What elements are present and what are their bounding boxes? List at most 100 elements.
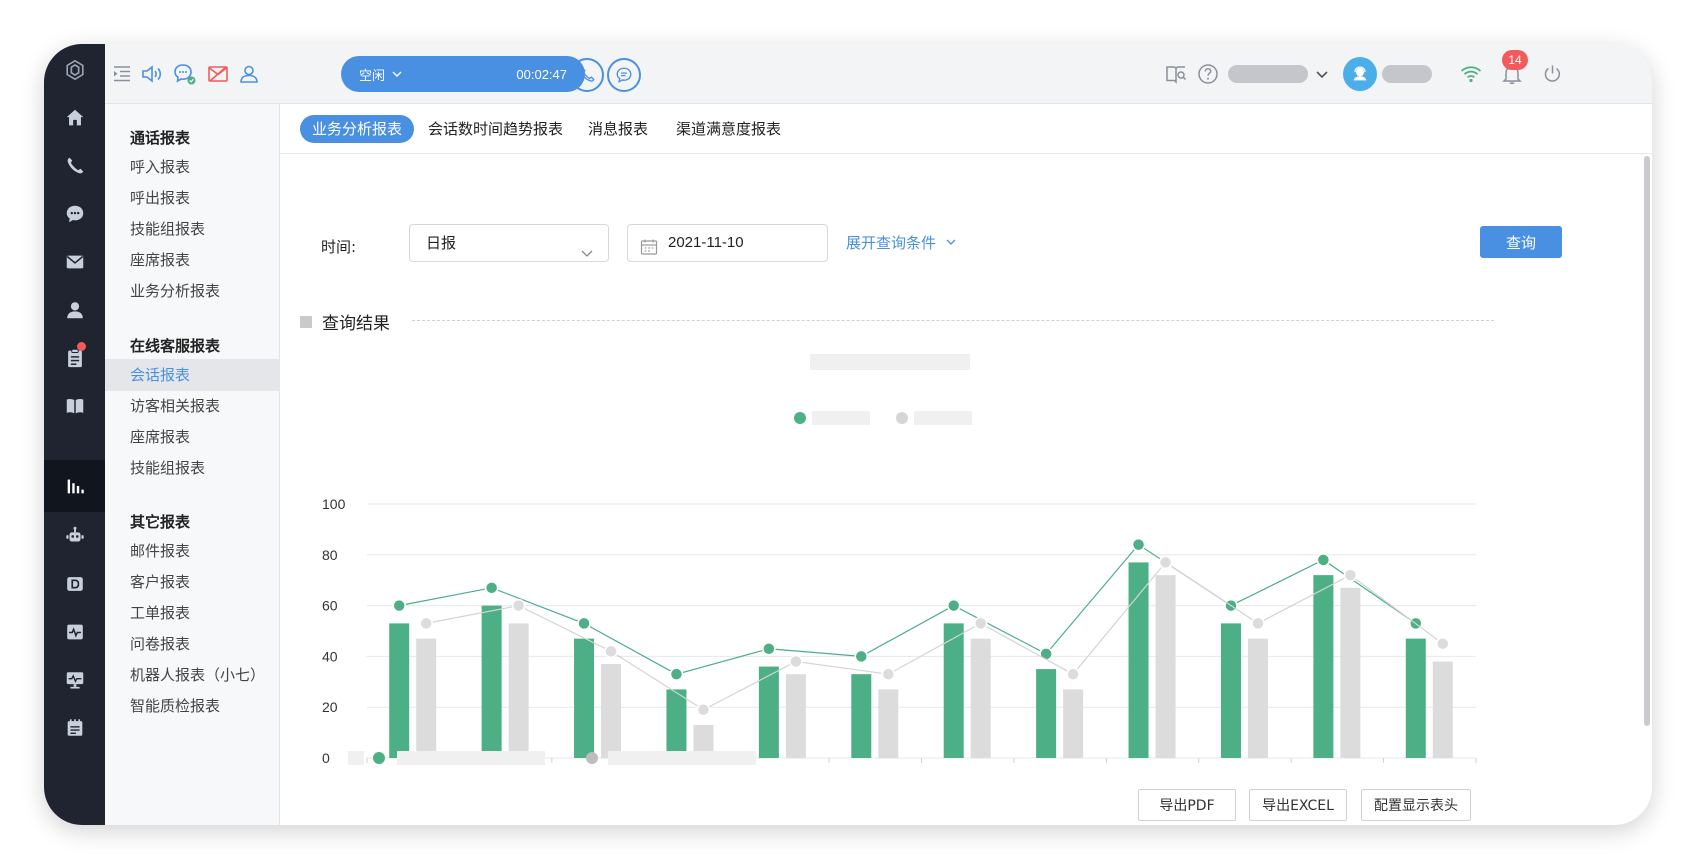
home-icon[interactable] xyxy=(44,92,105,144)
chart-y-axis: 100 80 60 40 20 0 xyxy=(322,496,346,766)
chevron-down-icon[interactable] xyxy=(1309,61,1335,87)
date-value: 2021-11-10 xyxy=(668,234,744,251)
avatar[interactable] xyxy=(1343,57,1377,91)
collapse-menu-icon[interactable] xyxy=(109,61,135,87)
vertical-scrollbar[interactable] xyxy=(1644,156,1650,726)
bar-green xyxy=(758,666,779,758)
point-grey xyxy=(973,616,988,631)
mail-blocked-icon[interactable] xyxy=(205,61,231,87)
tab-channel-satisfaction[interactable]: 渠道满意度报表 xyxy=(664,115,793,143)
tab-session-trend[interactable]: 会话数时间趋势报表 xyxy=(416,115,575,143)
submenu-item-outbound-report[interactable]: 呼出报表 xyxy=(105,182,280,214)
chart-bars xyxy=(389,562,1453,758)
legend-marker-grey[interactable] xyxy=(896,412,908,424)
calendar-icon xyxy=(640,234,658,270)
message-button[interactable] xyxy=(607,58,641,92)
bar-green xyxy=(1128,562,1149,758)
clipboard-icon[interactable] xyxy=(44,332,105,384)
report-submenu: 通话报表 呼入报表 呼出报表 技能组报表 座席报表 业务分析报表 在线客服报表 … xyxy=(105,104,280,825)
submenu-item-email-report[interactable]: 邮件报表 xyxy=(105,535,280,567)
legend-label-placeholder xyxy=(812,411,870,425)
point-green xyxy=(1039,647,1053,661)
bar-green xyxy=(1220,623,1241,758)
user-icon[interactable] xyxy=(44,284,105,336)
results-title: 查询结果 xyxy=(322,314,390,334)
expand-query-link[interactable]: 展开查询条件 xyxy=(846,232,957,253)
chat-icon[interactable] xyxy=(44,188,105,240)
robot-icon[interactable] xyxy=(44,510,105,562)
report-chart-icon[interactable] xyxy=(44,460,105,512)
submenu-item-robot-report[interactable]: 机器人报表（小七） xyxy=(105,659,280,691)
logo-icon xyxy=(44,44,105,96)
point-grey xyxy=(419,616,433,631)
bar-grey xyxy=(1247,638,1268,758)
phone-icon[interactable] xyxy=(44,140,105,192)
bar-green xyxy=(574,638,595,758)
bar-grey xyxy=(1063,689,1084,758)
bottom-legend-marker-green[interactable] xyxy=(373,752,385,764)
submenu-item-ticket-report[interactable]: 工单报表 xyxy=(105,597,280,629)
report-tabs: 业务分析报表 会话数时间趋势报表 消息报表 渠道满意度报表 xyxy=(280,104,1652,154)
y-tick-label: 100 xyxy=(322,496,346,512)
y-tick-label: 40 xyxy=(322,648,338,664)
submenu-item-quality-report[interactable]: 智能质检报表 xyxy=(105,690,280,722)
submenu-item-survey-report[interactable]: 问卷报表 xyxy=(105,628,280,660)
submenu-item-business-analysis-report[interactable]: 业务分析报表 xyxy=(105,275,280,307)
d-badge-icon[interactable] xyxy=(44,558,105,610)
period-select[interactable]: 日报 xyxy=(409,224,609,262)
submenu-item-visitor-report[interactable]: 访客相关报表 xyxy=(105,390,280,422)
bar-grey xyxy=(601,664,622,758)
point-green xyxy=(577,616,591,631)
mail-icon[interactable] xyxy=(44,236,105,288)
query-button[interactable]: 查询 xyxy=(1480,226,1562,258)
notification-badge: 14 xyxy=(1502,50,1528,70)
bottom-legend-label-placeholder xyxy=(608,751,756,765)
monitor-icon[interactable] xyxy=(44,654,105,706)
bar-grey xyxy=(508,623,529,758)
point-grey xyxy=(1436,636,1450,651)
submenu-item-online-skill-group-report[interactable]: 技能组报表 xyxy=(105,452,280,484)
online-chat-status-icon[interactable] xyxy=(171,61,197,87)
export-excel-button[interactable]: 导出EXCEL xyxy=(1249,789,1347,821)
expand-query-label: 展开查询条件 xyxy=(846,234,937,252)
help-icon[interactable] xyxy=(1195,61,1221,87)
date-picker[interactable]: 2021-11-10 xyxy=(627,224,828,262)
chart-title-placeholder xyxy=(810,354,970,370)
contacts-icon[interactable] xyxy=(236,61,262,87)
submenu-item-session-report[interactable]: 会话报表 xyxy=(105,359,280,391)
bar-grey xyxy=(1340,587,1361,758)
agent-status-pill[interactable]: 空闲 00:02:47 xyxy=(341,56,585,92)
export-pdf-button[interactable]: 导出PDF xyxy=(1138,789,1236,821)
knowledge-book-icon[interactable] xyxy=(1163,61,1189,87)
legend-swatch-placeholder xyxy=(348,751,364,765)
user-name-placeholder xyxy=(1228,65,1308,83)
submenu-item-inbound-report[interactable]: 呼入报表 xyxy=(105,151,280,183)
submenu-item-skill-group-report[interactable]: 技能组报表 xyxy=(105,213,280,245)
y-tick-label: 60 xyxy=(322,598,338,614)
notepad-icon[interactable] xyxy=(44,702,105,754)
bar-green xyxy=(481,605,502,758)
bar-green xyxy=(1405,638,1426,758)
chevron-down-icon xyxy=(946,239,956,245)
speaker-icon[interactable] xyxy=(139,61,165,87)
submenu-item-online-agent-report[interactable]: 座席报表 xyxy=(105,421,280,453)
results-divider xyxy=(412,320,1494,321)
legend-marker-green[interactable] xyxy=(794,412,806,424)
message-outline-icon xyxy=(616,67,632,84)
pulse-monitor-icon[interactable] xyxy=(44,606,105,658)
point-grey xyxy=(1251,616,1265,631)
bottom-legend-marker-grey[interactable] xyxy=(586,752,598,764)
submenu-item-agent-report[interactable]: 座席报表 xyxy=(105,244,280,276)
square-bullet-icon xyxy=(300,315,312,328)
book-icon[interactable] xyxy=(44,380,105,432)
submenu-item-customer-report[interactable]: 客户报表 xyxy=(105,566,280,598)
tab-business-analysis[interactable]: 业务分析报表 xyxy=(300,115,415,143)
power-icon[interactable] xyxy=(1540,61,1566,87)
agent-id-placeholder xyxy=(1382,65,1432,83)
config-columns-button[interactable]: 配置显示表头 xyxy=(1361,789,1471,821)
top-bar: 空闲 00:02:47 14 xyxy=(105,44,1652,104)
call-button[interactable] xyxy=(570,58,604,92)
bar-green xyxy=(943,623,964,758)
tab-message-report[interactable]: 消息报表 xyxy=(576,115,660,143)
point-grey xyxy=(789,654,803,669)
